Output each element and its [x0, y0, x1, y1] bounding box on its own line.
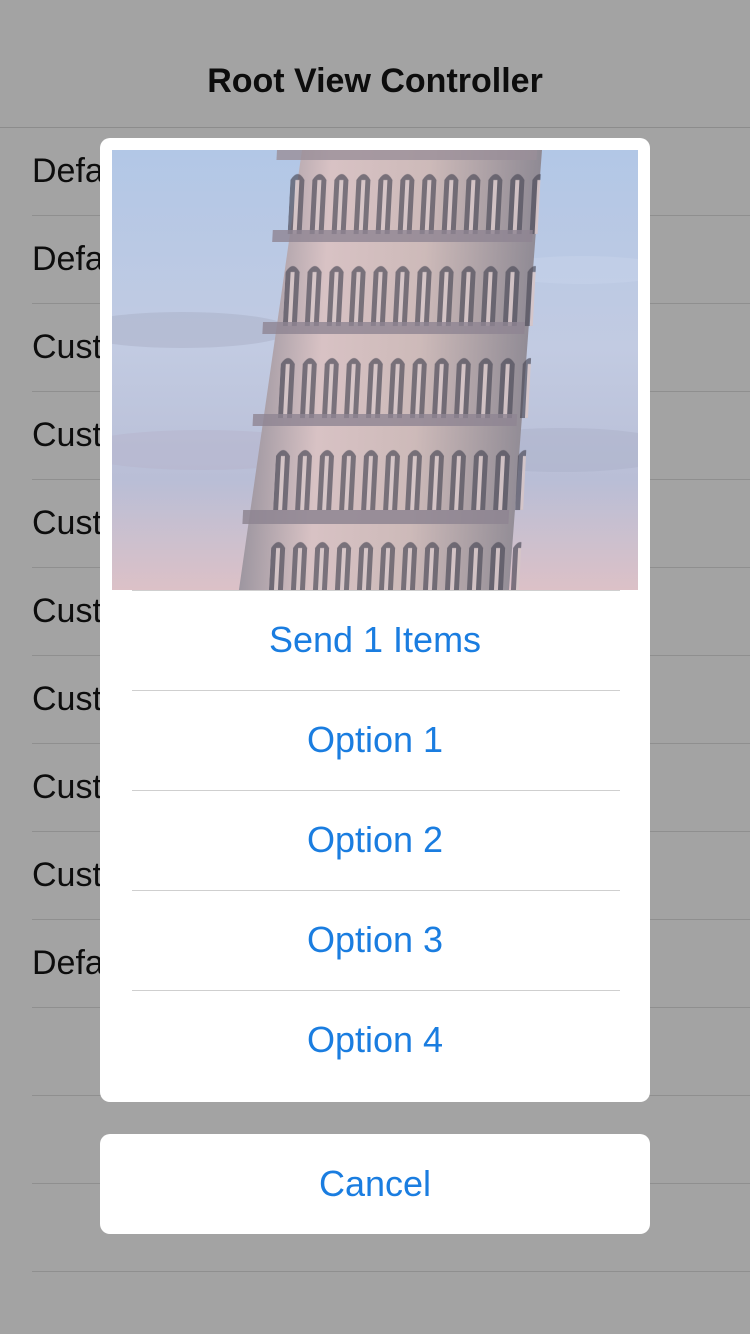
- action-sheet: Send 1 Items Option 1 Option 2 Option 3 …: [100, 138, 650, 1102]
- navigation-bar: Root View Controller: [0, 0, 750, 128]
- send-items-button[interactable]: Send 1 Items: [100, 590, 650, 690]
- option-2-button[interactable]: Option 2: [100, 790, 650, 890]
- option-3-button[interactable]: Option 3: [100, 890, 650, 990]
- table-row-label: Cust: [32, 416, 102, 454]
- table-row-label: Cust: [32, 856, 102, 894]
- table-row-label: Cust: [32, 680, 102, 718]
- table-row-label: Cust: [32, 592, 102, 630]
- table-row-label: Defa: [32, 152, 104, 190]
- leaning-tower-photo: [112, 150, 638, 590]
- option-1-button[interactable]: Option 1: [100, 690, 650, 790]
- table-row-label: Defa: [32, 944, 104, 982]
- table-row-label: Cust: [32, 328, 102, 366]
- nav-title: Root View Controller: [207, 62, 543, 100]
- option-4-button[interactable]: Option 4: [100, 990, 650, 1090]
- table-row-label: Defa: [32, 240, 104, 278]
- tower-illustration: [112, 150, 638, 590]
- table-row-label: Cust: [32, 504, 102, 542]
- cancel-button[interactable]: Cancel: [100, 1134, 650, 1234]
- table-row-label: Cust: [32, 768, 102, 806]
